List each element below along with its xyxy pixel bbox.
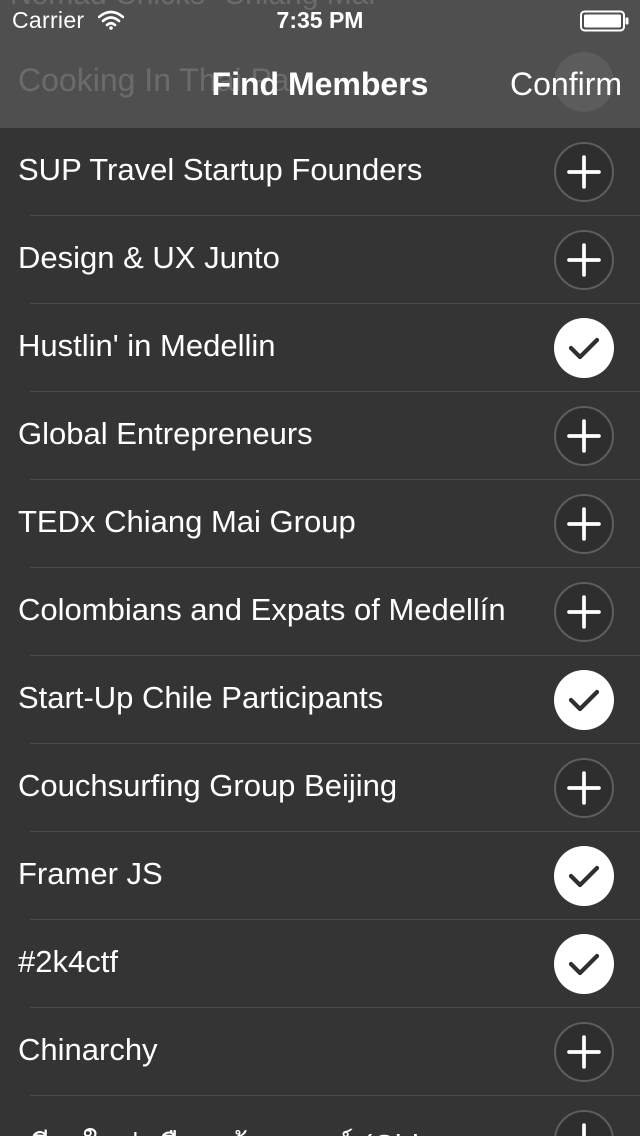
- group-row[interactable]: Start-Up Chile Participants: [0, 656, 640, 744]
- group-row[interactable]: Framer JS: [0, 832, 640, 920]
- joined-toggle-button[interactable]: [554, 670, 614, 730]
- add-group-button[interactable]: [554, 758, 614, 818]
- group-name: #2k4ctf: [18, 944, 118, 979]
- group-name: Colombians and Expats of Medellín: [18, 592, 506, 627]
- joined-toggle-button[interactable]: [554, 318, 614, 378]
- group-name: SUP Travel Startup Founders: [18, 152, 423, 187]
- group-row[interactable]: Couchsurfing Group Beijing: [0, 744, 640, 832]
- group-row[interactable]: #2k4ctf: [0, 920, 640, 1008]
- plus-icon: [567, 507, 601, 541]
- add-group-button[interactable]: [554, 230, 614, 290]
- add-group-button[interactable]: [554, 1022, 614, 1082]
- add-group-button[interactable]: [554, 142, 614, 202]
- group-name: Chinarchy: [18, 1032, 158, 1067]
- group-name: Global Entrepreneurs: [18, 416, 313, 451]
- group-row[interactable]: SUP Travel Startup Founders: [0, 128, 640, 216]
- header: Nomad Chicks- Chiang Mai Cooking In Thai…: [0, 0, 640, 128]
- group-row[interactable]: Global Entrepreneurs: [0, 392, 640, 480]
- battery-icon: [580, 10, 629, 32]
- checkmark-icon: [568, 337, 600, 360]
- add-group-button[interactable]: [554, 494, 614, 554]
- add-group-button[interactable]: [554, 406, 614, 466]
- plus-icon: [567, 771, 601, 805]
- group-name: เชียงใหม่ เมืองสร้างสรรค์ (Chiang: [18, 1120, 471, 1136]
- group-name: Design & UX Junto: [18, 240, 280, 275]
- find-members-screen: Nomad Chicks- Chiang Mai Cooking In Thai…: [0, 0, 640, 1136]
- group-list: SUP Travel Startup Founders Design & UX J…: [0, 128, 640, 1136]
- joined-toggle-button[interactable]: [554, 934, 614, 994]
- group-row[interactable]: เชียงใหม่ เมืองสร้างสรรค์ (Chiang: [0, 1096, 640, 1136]
- add-group-button[interactable]: [554, 1110, 614, 1136]
- plus-icon: [567, 1035, 601, 1069]
- status-time: 7:35 PM: [276, 7, 364, 33]
- confirm-button[interactable]: Confirm: [510, 66, 622, 103]
- plus-icon: [567, 155, 601, 189]
- group-row[interactable]: TEDx Chiang Mai Group: [0, 480, 640, 568]
- plus-icon: [567, 419, 601, 453]
- plus-icon: [567, 243, 601, 277]
- checkmark-icon: [568, 689, 600, 712]
- group-row[interactable]: Design & UX Junto: [0, 216, 640, 304]
- group-row[interactable]: Hustlin' in Medellin: [0, 304, 640, 392]
- joined-toggle-button[interactable]: [554, 846, 614, 906]
- checkmark-icon: [568, 953, 600, 976]
- status-bar: Carrier 7:35 PM: [0, 0, 640, 40]
- group-name: TEDx Chiang Mai Group: [18, 504, 356, 539]
- group-name: Couchsurfing Group Beijing: [18, 768, 398, 803]
- group-name: Start-Up Chile Participants: [18, 680, 384, 715]
- group-name: Framer JS: [18, 856, 163, 891]
- checkmark-icon: [568, 865, 600, 888]
- group-row[interactable]: Colombians and Expats of Medellín: [0, 568, 640, 656]
- group-row[interactable]: Chinarchy: [0, 1008, 640, 1096]
- group-name: Hustlin' in Medellin: [18, 328, 276, 363]
- add-group-button[interactable]: [554, 582, 614, 642]
- plus-icon: [582, 1123, 586, 1136]
- plus-icon: [567, 595, 601, 629]
